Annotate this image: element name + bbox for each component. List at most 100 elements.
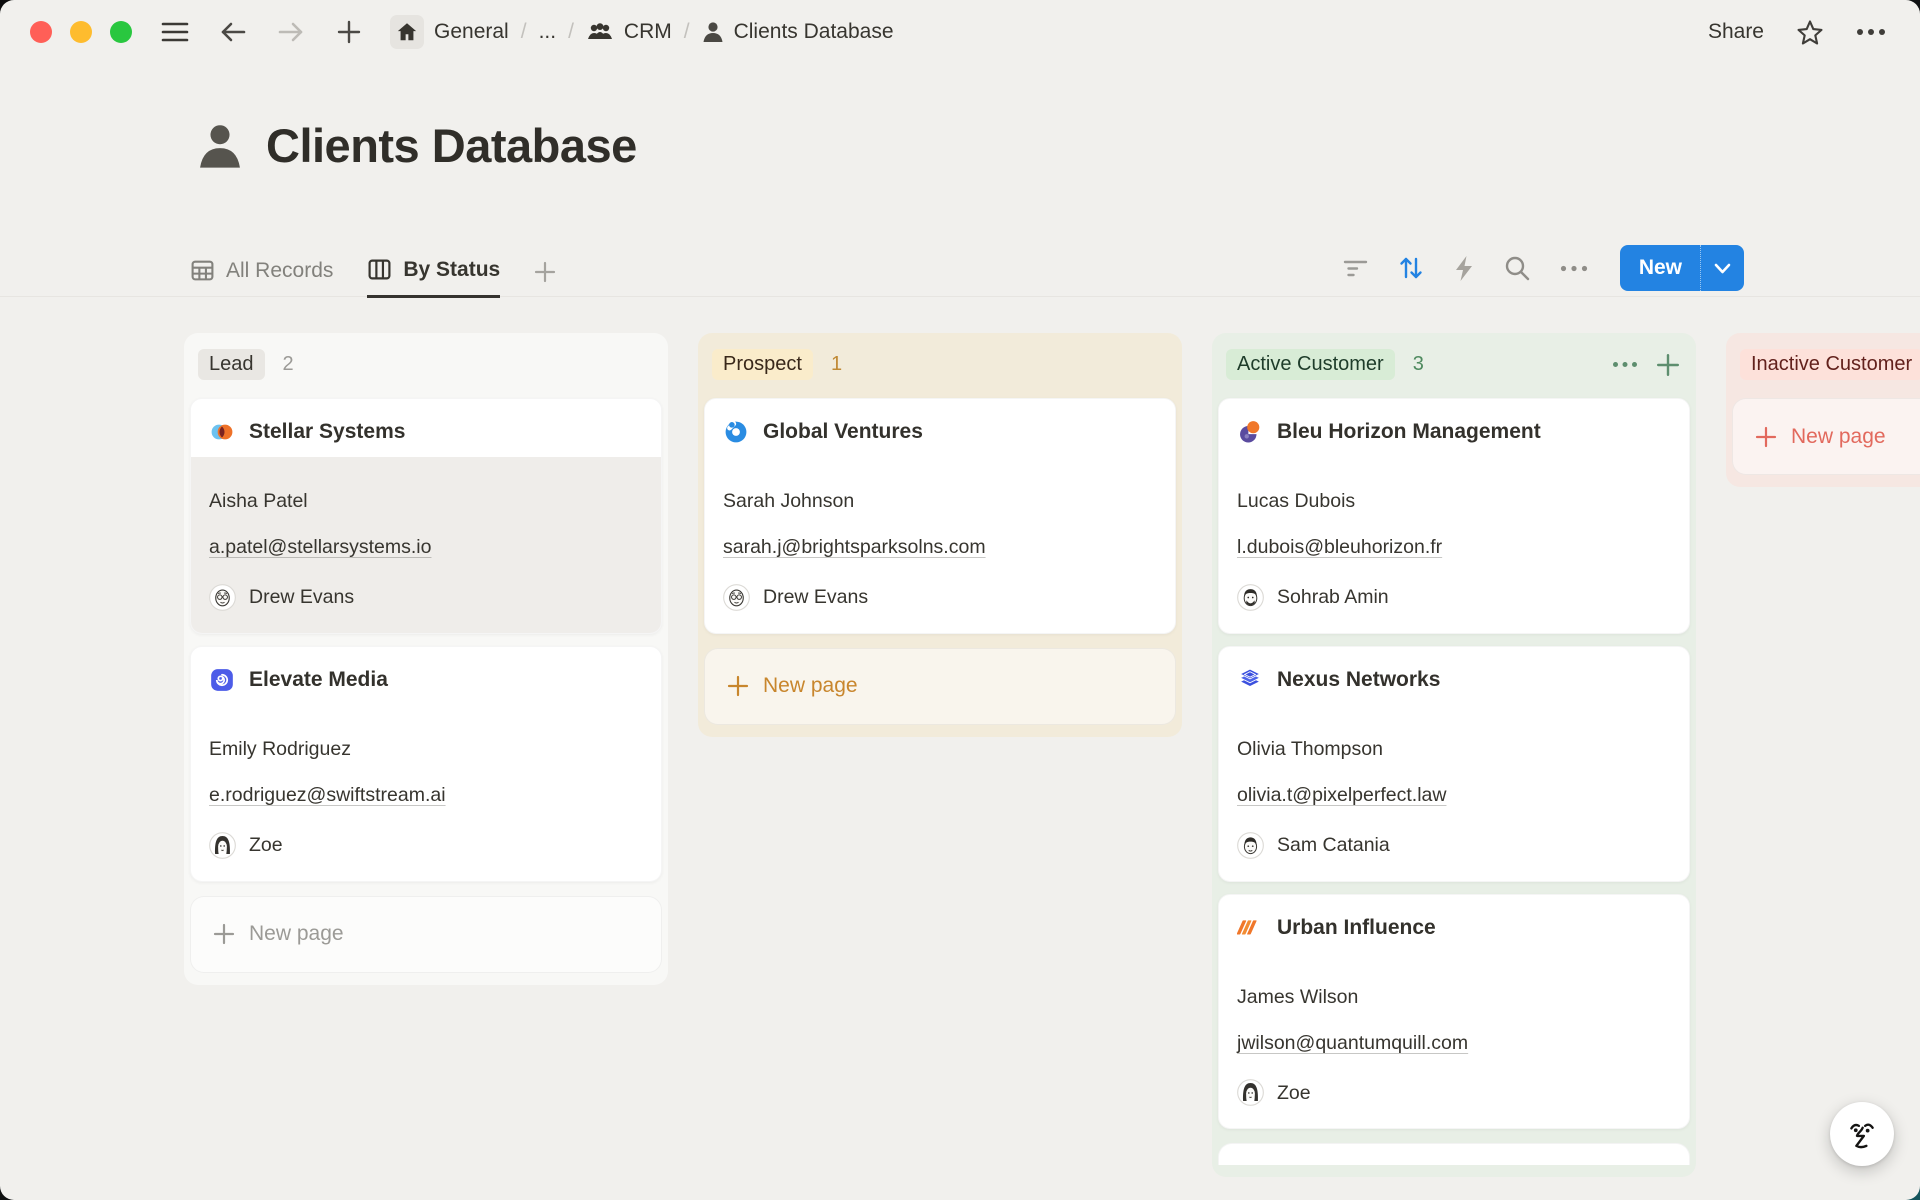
card-global-ventures[interactable]: Global Ventures Sarah Johnson sarah.j@br… [704,398,1176,634]
add-view-button[interactable] [534,261,556,296]
contact-name: Olivia Thompson [1237,737,1671,761]
topbar: General / ... / CRM / Clients Database S… [0,0,1920,64]
card-elevate-media[interactable]: Elevate Media Emily Rodriguez e.rodrigue… [190,646,662,882]
owner-name: Drew Evans [763,585,868,609]
breadcrumb-clients-database[interactable]: Clients Database [702,20,894,44]
avatar-sohrab-amin [1237,584,1264,611]
view-options-button[interactable] [1560,265,1588,272]
minimize-window-button[interactable] [70,21,92,43]
new-page-button-lead[interactable]: New page [190,896,662,973]
plus-icon [727,675,749,697]
contact-name: James Wilson [1237,985,1671,1009]
sidebar-menu-button[interactable] [158,15,192,49]
automations-button[interactable] [1454,255,1474,282]
favorite-button[interactable] [1796,19,1824,46]
contact-email[interactable]: sarah.j@brightsparksolns.com [723,535,1157,559]
ellipsis-icon [1856,28,1886,36]
contact-email[interactable]: jwilson@quantumquill.com [1237,1031,1671,1055]
person-icon [702,20,724,44]
plus-icon [534,261,556,283]
owner-name: Sohrab Amin [1277,585,1389,609]
card-urban-influence[interactable]: Urban Influence James Wilson jwilson@qua… [1218,894,1690,1130]
sort-arrows-icon [1398,255,1424,281]
sort-button[interactable] [1398,255,1424,281]
owner-name: Zoe [1277,1081,1311,1105]
table-icon [190,258,215,283]
avatar-zoe [1237,1079,1264,1106]
close-window-button[interactable] [30,21,52,43]
chevron-down-icon [1714,263,1731,274]
doodle-face-icon [1842,1114,1882,1154]
company-icon-bleu-horizon [1237,419,1263,445]
breadcrumb-crm[interactable]: CRM [586,20,672,44]
filter-button[interactable] [1343,259,1368,277]
search-button[interactable] [1504,255,1530,281]
hamburger-icon [161,21,189,43]
breadcrumb-ellipsis[interactable]: ... [539,20,557,44]
breadcrumb-separator: / [521,20,527,44]
forward-button[interactable] [274,15,308,49]
window-controls [30,21,132,43]
contact-name: Lucas Dubois [1237,489,1671,513]
ellipsis-icon [1560,265,1588,272]
new-record-button[interactable]: New [1620,245,1744,291]
search-icon [1504,255,1530,281]
contact-name: Emily Rodriguez [209,737,643,761]
card-bleu-horizon-management[interactable]: Bleu Horizon Management Lucas Dubois l.d… [1218,398,1690,634]
column-inactive-label[interactable]: Inactive Customer [1740,349,1920,380]
kanban-board: Lead 2 Stellar Systems Aisha Patel a.pat… [184,333,1920,1200]
column-lead-label[interactable]: Lead [198,349,265,380]
more-options-button[interactable] [1856,28,1886,36]
zoom-window-button[interactable] [110,21,132,43]
column-add-card-button[interactable] [1656,353,1680,377]
ellipsis-icon [1612,361,1638,368]
lightning-icon [1454,255,1474,282]
new-record-label[interactable]: New [1620,245,1700,291]
card-nexus-networks[interactable]: Nexus Networks Olivia Thompson olivia.t@… [1218,646,1690,882]
column-active-count: 3 [1413,353,1424,376]
breadcrumb-general[interactable]: General [434,20,509,44]
column-lead: Lead 2 Stellar Systems Aisha Patel a.pat… [184,333,668,985]
page-title: Clients Database [266,118,637,173]
app-window: General / ... / CRM / Clients Database S… [0,0,1920,1200]
breadcrumb-separator: / [568,20,574,44]
home-button[interactable] [390,15,424,49]
new-tab-button[interactable] [332,15,366,49]
card-title: Nexus Networks [1277,668,1440,692]
new-page-button-active-partial[interactable] [1218,1143,1690,1165]
card-title: Global Ventures [763,420,923,444]
arrow-left-icon [220,21,246,43]
home-icon [396,21,418,43]
column-prospect-label[interactable]: Prospect [712,349,813,380]
plus-icon [337,20,361,44]
contact-email[interactable]: a.patel@stellarsystems.io [209,535,643,559]
contact-email[interactable]: e.rodriguez@swiftstream.ai [209,783,643,807]
breadcrumb-separator: / [684,20,690,44]
column-active-customer: Active Customer 3 [1212,333,1696,1177]
company-icon-global-ventures [723,419,749,445]
contact-email[interactable]: olivia.t@pixelperfect.law [1237,783,1671,807]
avatar-drew-evans [723,584,750,611]
new-page-button-prospect[interactable]: New page [704,648,1176,725]
column-options-button[interactable] [1612,361,1638,368]
contact-email[interactable]: l.dubois@bleuhorizon.fr [1237,535,1671,559]
owner-name: Sam Catania [1277,833,1390,857]
new-record-dropdown[interactable] [1701,245,1744,291]
column-prospect-count: 1 [831,353,842,376]
contact-name: Aisha Patel [209,489,643,513]
tab-all-records[interactable]: All Records [190,258,333,296]
card-stellar-systems[interactable]: Stellar Systems Aisha Patel a.patel@stel… [190,398,662,634]
plus-icon [213,923,235,945]
card-title: Elevate Media [249,668,388,692]
card-title: Stellar Systems [249,420,405,444]
new-page-button-inactive[interactable]: New page [1732,398,1920,475]
card-title: Urban Influence [1277,916,1436,940]
plus-icon [1656,353,1680,377]
column-prospect: Prospect 1 Global Ventures Sarah Johnson… [698,333,1182,737]
back-button[interactable] [216,15,250,49]
column-active-label[interactable]: Active Customer [1226,349,1395,380]
tab-by-status[interactable]: By Status [367,257,500,298]
share-button[interactable]: Share [1708,20,1764,44]
board-icon [367,257,392,282]
avatar-drew-evans [209,584,236,611]
